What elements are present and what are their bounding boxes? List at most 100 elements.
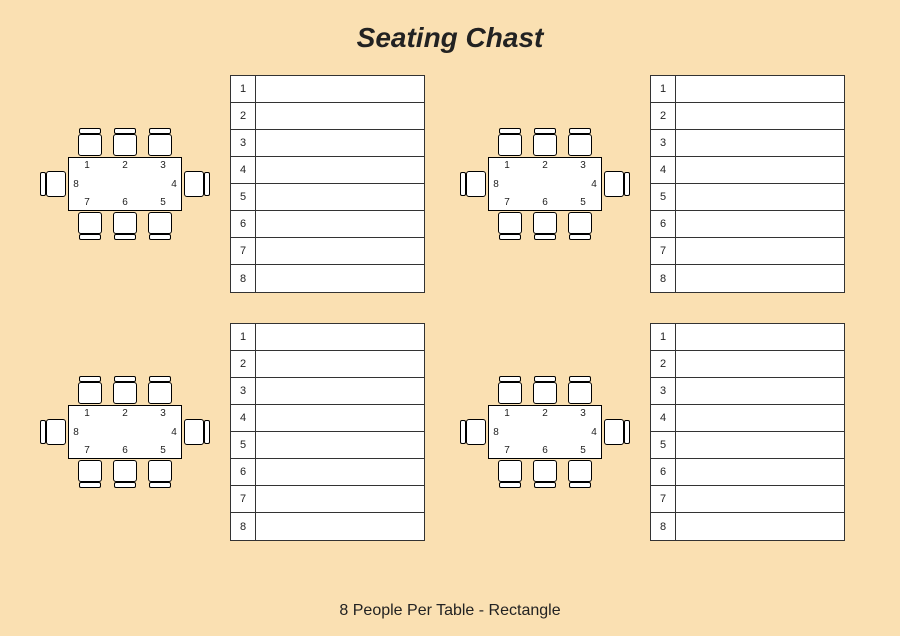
list-item: 2 (231, 351, 424, 378)
list-item: 4 (651, 157, 844, 184)
guest-name (676, 76, 844, 102)
seat-number: 1 (501, 408, 513, 419)
list-item: 7 (231, 486, 424, 513)
table-diagram: 1 2 3 4 5 6 7 8 (40, 124, 210, 244)
chair-icon (466, 419, 486, 445)
guest-name (256, 238, 424, 264)
seat-number: 4 (588, 179, 600, 190)
list-item: 5 (231, 432, 424, 459)
seat-number: 3 (577, 408, 589, 419)
row-number: 3 (231, 130, 256, 156)
guest-name (256, 486, 424, 512)
chair-icon (78, 460, 102, 482)
list-item: 4 (231, 157, 424, 184)
list-item: 7 (651, 486, 844, 513)
chair-icon (113, 212, 137, 234)
chair-icon (46, 171, 66, 197)
table-surface: 1 2 3 4 5 6 7 8 (488, 405, 602, 459)
guest-name (676, 486, 844, 512)
seat-number: 4 (168, 179, 180, 190)
seat-number: 1 (81, 408, 93, 419)
guest-name (256, 103, 424, 129)
chair-icon (568, 212, 592, 234)
row-number: 4 (651, 405, 676, 431)
chair-icon (498, 460, 522, 482)
guest-list: 1 2 3 4 5 6 7 8 (650, 323, 845, 541)
seat-number: 7 (81, 197, 93, 208)
chair-icon (113, 382, 137, 404)
list-item: 3 (651, 130, 844, 157)
list-item: 7 (231, 238, 424, 265)
guest-name (676, 405, 844, 431)
row-number: 7 (231, 238, 256, 264)
row-number: 6 (651, 459, 676, 485)
guest-name (676, 184, 844, 210)
seat-number: 2 (539, 408, 551, 419)
chair-icon (184, 171, 204, 197)
guest-list: 1 2 3 4 5 6 7 8 (230, 323, 425, 541)
guest-name (676, 103, 844, 129)
row-number: 4 (231, 405, 256, 431)
seat-number: 3 (577, 160, 589, 171)
table-surface: 1 2 3 4 5 6 7 8 (68, 157, 182, 211)
list-item: 6 (231, 459, 424, 486)
row-number: 2 (651, 103, 676, 129)
page-title: Seating Chast (0, 0, 900, 54)
list-item: 8 (651, 265, 844, 292)
row-number: 5 (651, 432, 676, 458)
row-number: 4 (651, 157, 676, 183)
list-item: 5 (231, 184, 424, 211)
guest-name (676, 130, 844, 156)
chair-icon (533, 382, 557, 404)
chair-icon (568, 382, 592, 404)
guest-name (676, 513, 844, 540)
chair-icon (568, 460, 592, 482)
seat-number: 4 (588, 427, 600, 438)
seat-number: 8 (490, 179, 502, 190)
list-item: 2 (651, 103, 844, 130)
guest-name (256, 459, 424, 485)
list-item: 3 (231, 130, 424, 157)
seat-number: 6 (539, 197, 551, 208)
row-number: 6 (231, 211, 256, 237)
seat-number: 5 (157, 197, 169, 208)
chair-icon (604, 171, 624, 197)
guest-name (256, 211, 424, 237)
guest-name (676, 157, 844, 183)
chair-icon (113, 134, 137, 156)
chair-icon (148, 134, 172, 156)
seat-number: 2 (119, 408, 131, 419)
seat-number: 8 (70, 427, 82, 438)
seat-number: 2 (119, 160, 131, 171)
guest-name (676, 459, 844, 485)
guest-name (256, 378, 424, 404)
chair-icon (604, 419, 624, 445)
list-item: 1 (231, 324, 424, 351)
table-surface: 1 2 3 4 5 6 7 8 (68, 405, 182, 459)
seat-number: 1 (81, 160, 93, 171)
seating-grid: 1 2 3 4 5 6 7 8 1 2 3 4 5 6 7 8 (40, 75, 860, 541)
row-number: 2 (651, 351, 676, 377)
table-unit: 1 2 3 4 5 6 7 8 1 2 3 4 5 6 7 8 (460, 323, 860, 541)
chair-icon (78, 134, 102, 156)
chair-icon (533, 460, 557, 482)
row-number: 1 (651, 76, 676, 102)
row-number: 2 (231, 351, 256, 377)
list-item: 6 (231, 211, 424, 238)
list-item: 8 (231, 513, 424, 540)
table-diagram: 1 2 3 4 5 6 7 8 (460, 124, 630, 244)
guest-name (256, 351, 424, 377)
row-number: 6 (231, 459, 256, 485)
chair-icon (148, 460, 172, 482)
chair-icon (148, 382, 172, 404)
list-item: 8 (651, 513, 844, 540)
guest-name (256, 265, 424, 292)
list-item: 2 (231, 103, 424, 130)
guest-name (256, 184, 424, 210)
chair-icon (568, 134, 592, 156)
list-item: 5 (651, 432, 844, 459)
row-number: 3 (231, 378, 256, 404)
row-number: 4 (231, 157, 256, 183)
list-item: 3 (651, 378, 844, 405)
row-number: 5 (651, 184, 676, 210)
